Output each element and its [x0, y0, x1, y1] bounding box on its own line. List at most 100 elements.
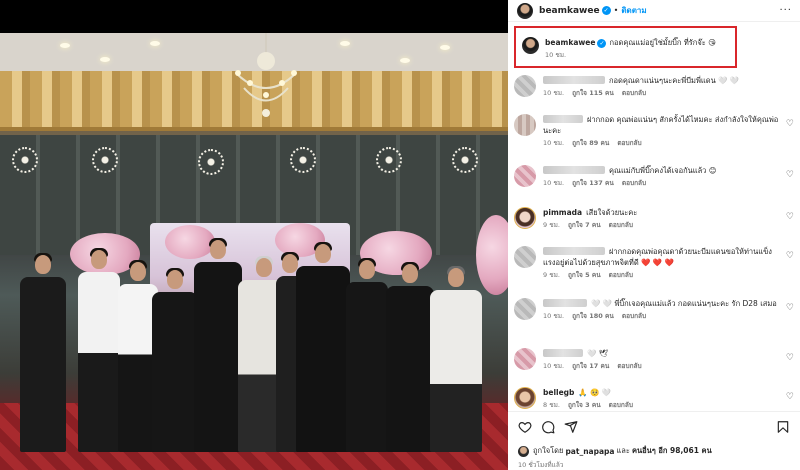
photo-person [346, 258, 388, 452]
like-comment-heart-icon[interactable]: ♡ [786, 212, 794, 222]
avatar-icon[interactable] [518, 445, 529, 457]
liked-by-others[interactable]: คนอื่นๆ อีก 98,061 คน [632, 445, 712, 457]
like-comment-heart-icon[interactable]: ♡ [786, 119, 794, 129]
reply-button[interactable]: ตอบกลับ [609, 271, 633, 279]
comment-time: 9 ชม. [543, 271, 560, 279]
avatar-icon[interactable] [514, 298, 536, 320]
reply-button[interactable]: ตอบกลับ [622, 89, 646, 97]
post-header: beamkawee ✓ • ติดตาม ··· [508, 0, 800, 22]
comment-likes[interactable]: ถูกใจ 7 คน [568, 221, 601, 229]
comment-username[interactable]: bellegb [543, 388, 574, 397]
comment-item: pimmada เสียใจด้วยนะคะ 9 ชม. ถูกใจ 7 คน ตอบ… [514, 207, 796, 230]
photo-person [78, 248, 120, 452]
like-comment-heart-icon[interactable]: ♡ [786, 170, 794, 180]
follow-button[interactable]: ติดตาม [621, 4, 646, 17]
avatar-icon[interactable] [514, 387, 536, 409]
comment-time: 8 ชม. [543, 401, 560, 409]
reply-button[interactable]: ตอบกลับ [622, 179, 646, 187]
photo-chandelier [235, 33, 297, 117]
reply-button[interactable]: ตอบกลับ [609, 401, 633, 409]
photo-person [20, 253, 66, 452]
avatar-icon[interactable] [514, 75, 536, 97]
liked-by-user[interactable]: pat_napapa [565, 447, 614, 456]
photo-light [100, 57, 110, 62]
like-comment-heart-icon[interactable]: ♡ [786, 303, 794, 313]
avatar-icon[interactable] [514, 114, 536, 136]
post-time-ago: 10 ชั่วโมงที่แล้ว [518, 461, 564, 469]
liked-by-and: และ [616, 446, 630, 455]
post-photo[interactable] [0, 33, 508, 470]
wall-rosette [92, 147, 118, 173]
comment-time: 10 ชม. [543, 139, 565, 147]
comments-scroll-area[interactable]: beamkawee ✓ กอดคุณแม่อยู่ใช่มั้ยบิ๊ก ที่รั… [508, 23, 800, 411]
comment-username[interactable]: pimmada [543, 208, 582, 217]
avatar-icon[interactable] [514, 348, 536, 370]
avatar-icon[interactable] [514, 165, 536, 187]
photo-person [296, 242, 350, 452]
separator-dot: • [613, 6, 619, 15]
photo-person [430, 266, 482, 452]
bookmark-icon[interactable] [776, 420, 790, 434]
comment-likes[interactable]: ถูกใจ 180 คน [572, 312, 614, 320]
comment-item: กอดคุณดาแน่นๆนะคะพี่บีมพี่แดน 🤍 🤍 10 ชม.… [514, 75, 796, 98]
like-comment-heart-icon[interactable]: ♡ [786, 251, 794, 261]
comment-icon[interactable] [541, 420, 555, 434]
like-comment-heart-icon[interactable]: ♡ [786, 392, 794, 402]
reply-button[interactable]: ตอบกลับ [609, 221, 633, 229]
reply-button[interactable]: ตอบกลับ [617, 362, 641, 370]
caption-username[interactable]: beamkawee [545, 38, 595, 47]
comment-item: 🤍 🤍 พี่บิ๊กเจอคุณแม่แล้ว กอดแน่นๆนะคะ รั… [514, 298, 796, 321]
comment-likes[interactable]: ถูกใจ 115 คน [572, 89, 614, 97]
comment-likes[interactable]: ถูกใจ 89 คน [572, 139, 609, 147]
caption-text-line: beamkawee ✓ กอดคุณแม่อยู่ใช่มั้ยบิ๊ก ที่รั… [545, 37, 716, 48]
photo-light [340, 41, 350, 46]
photo-light [60, 43, 70, 48]
comment-time: 9 ชม. [543, 221, 560, 229]
comment-item: 🤍 🕊 10 ชม. ถูกใจ 17 คน ตอบกลับ ♡ [514, 348, 796, 371]
caption-meta: 10 ชม. [545, 50, 716, 60]
verified-badge-icon: ✓ [601, 6, 611, 15]
comment-item: คุณแม่กับพี่บิ๊กคงได้เจอกันแล้ว 😊 10 ชม.… [514, 165, 796, 188]
comment-item: ฝากกอด คุณพ่อแน่นๆ สักครั้งได้ไหมคะ ส่งก… [514, 114, 796, 148]
photo-person [152, 268, 198, 452]
comment-text: คุณแม่กับพี่บิ๊กคงได้เจอกันแล้ว 😊 [609, 166, 717, 175]
comment-text: 🤍 🤍 พี่บิ๊กเจอคุณแม่แล้ว กอดแน่นๆนะคะ รั… [591, 299, 777, 308]
avatar-icon[interactable] [514, 207, 536, 229]
blurred-username [543, 349, 583, 357]
wall-rosette [452, 147, 478, 173]
post-sidebar: beamkawee ✓ • ติดตาม ··· beamkawee ✓ กอดคุ… [508, 0, 800, 470]
comment-text: เสียใจด้วยนะคะ [586, 208, 638, 217]
more-options-icon[interactable]: ··· [779, 5, 792, 16]
like-comment-heart-icon[interactable]: ♡ [786, 353, 794, 363]
reply-button[interactable]: ตอบกลับ [622, 312, 646, 320]
wall-rosette [376, 147, 402, 173]
blurred-username [543, 299, 587, 307]
comment-likes[interactable]: ถูกใจ 17 คน [572, 362, 609, 370]
comment-time: 10 ชม. [543, 312, 565, 320]
comment-likes[interactable]: ถูกใจ 3 คน [568, 401, 601, 409]
comment-likes[interactable]: ถูกใจ 5 คน [568, 271, 601, 279]
blurred-username [543, 76, 605, 84]
heart-icon[interactable] [518, 420, 532, 434]
photo-light [440, 45, 450, 50]
comment-likes[interactable]: ถูกใจ 137 คน [572, 179, 614, 187]
comment-time: 10 ชม. [543, 89, 565, 97]
reply-button[interactable]: ตอบกลับ [617, 139, 641, 147]
send-icon[interactable] [564, 420, 578, 434]
wall-rosette [12, 147, 38, 173]
post-action-bar: ถูกใจโดย pat_napapa และ คนอื่นๆ อีก 98,0… [508, 411, 800, 470]
photo-light [150, 41, 160, 46]
caption-time: 10 ชม. [545, 51, 567, 59]
avatar-icon[interactable] [517, 2, 533, 19]
photo-flowers [165, 225, 215, 259]
avatar-icon[interactable] [514, 246, 536, 268]
wall-rosette [290, 147, 316, 173]
comment-time: 10 ชม. [543, 179, 565, 187]
avatar-icon[interactable] [522, 37, 539, 54]
header-username[interactable]: beamkawee [539, 6, 600, 16]
blurred-username [543, 115, 583, 123]
photo-flowers [476, 215, 508, 295]
comment-item: ฝากกอดคุณพ่อคุณดาด้วยนะบีมแดนขอให้ท่านแข… [514, 246, 796, 280]
liked-by-prefix: ถูกใจโดย [533, 446, 564, 455]
comment-text: 🤍 🕊 [587, 349, 609, 358]
